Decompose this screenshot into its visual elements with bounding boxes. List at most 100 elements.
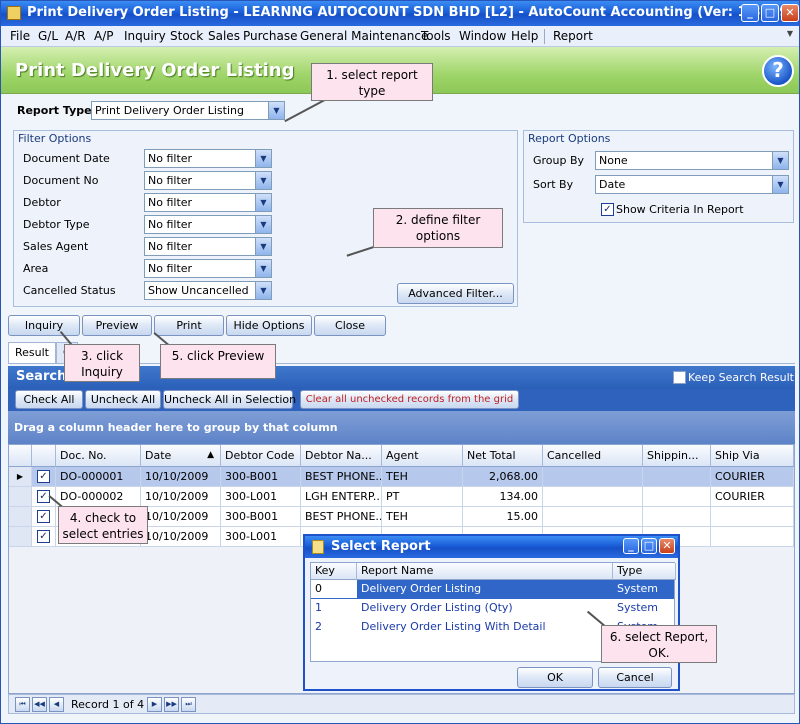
callout-select-report-type: 1. select report type: [311, 63, 433, 101]
group-by-area[interactable]: Drag a column header here to group by th…: [8, 411, 795, 444]
dialog-title-bar[interactable]: Select Report _ □ ✕: [305, 536, 678, 558]
clear-unchecked-button[interactable]: Clear all unchecked records from the gri…: [300, 390, 519, 409]
menu-inquiry[interactable]: Inquiry: [124, 29, 166, 43]
cell-ship-via: [711, 527, 794, 547]
column-header[interactable]: Cancelled: [543, 445, 643, 467]
row-check-cell: ✓: [32, 507, 56, 527]
chevron-down-icon[interactable]: ▼: [255, 194, 271, 211]
cell-date: 10/10/2009: [141, 507, 221, 527]
cell-ship-via: COURIER: [711, 467, 794, 487]
inquiry-button[interactable]: Inquiry: [8, 315, 80, 336]
filter-debtor[interactable]: No filter ▼: [144, 193, 272, 212]
column-header[interactable]: Agent: [382, 445, 463, 467]
cell-agent: TEH: [382, 467, 463, 487]
sort-by-select[interactable]: Date ▼: [595, 175, 789, 194]
uncheck-all-selection-button[interactable]: Uncheck All in Selection: [163, 390, 296, 409]
menu-ap[interactable]: A/P: [94, 29, 114, 43]
cell-cancelled: [543, 467, 643, 487]
column-header[interactable]: Doc. No.: [56, 445, 141, 467]
minimize-button[interactable]: _: [741, 4, 759, 22]
filter-document-date[interactable]: No filter ▼: [144, 149, 272, 168]
menu-help[interactable]: Help: [511, 29, 538, 43]
callout-click-inquiry: 3. click Inquiry: [64, 344, 140, 382]
grid-check-header[interactable]: [32, 445, 56, 467]
report-type-select[interactable]: Print Delivery Order Listing ▼: [91, 101, 285, 120]
chevron-down-icon[interactable]: ▼: [255, 150, 271, 167]
filter-document-no[interactable]: No filter ▼: [144, 171, 272, 190]
help-icon[interactable]: ?: [762, 55, 794, 87]
filter-sales-agent[interactable]: No filter ▼: [144, 237, 272, 256]
column-header[interactable]: Debtor Code: [221, 445, 301, 467]
chevron-down-icon[interactable]: ▼: [255, 238, 271, 255]
chevron-down-icon[interactable]: ▼: [772, 152, 788, 169]
row-checkbox[interactable]: ✓: [37, 510, 50, 523]
menu-window[interactable]: Window: [459, 29, 506, 43]
menu-purchase[interactable]: Purchase: [243, 29, 298, 43]
next-page-icon[interactable]: ▶▶: [164, 697, 179, 712]
row-checkbox[interactable]: ✓: [37, 470, 50, 483]
filter-debtor-type[interactable]: No filter ▼: [144, 215, 272, 234]
filter-label: Sales Agent: [23, 240, 89, 253]
hide-options-button[interactable]: Hide Options: [226, 315, 312, 336]
check-all-button[interactable]: Check All: [15, 390, 83, 409]
tab-result[interactable]: Result: [8, 342, 56, 363]
last-record-icon[interactable]: ⏭: [181, 697, 196, 712]
dialog-minimize-button[interactable]: _: [623, 538, 639, 554]
column-header[interactable]: Ship Via: [711, 445, 794, 467]
menu-file[interactable]: File: [10, 29, 30, 43]
cell-debtor-code: 300-L001: [221, 527, 301, 547]
column-header[interactable]: Type: [613, 563, 676, 580]
ok-button[interactable]: OK: [517, 667, 593, 688]
chevron-down-icon[interactable]: ▼: [772, 176, 788, 193]
maximize-button[interactable]: □: [761, 4, 779, 22]
first-record-icon[interactable]: ⏮: [15, 697, 30, 712]
grid-indicator-header: [9, 445, 32, 467]
chevron-down-icon[interactable]: ▼: [268, 102, 284, 119]
cell-date: 10/10/2009: [141, 527, 221, 547]
column-header[interactable]: Key: [311, 563, 357, 580]
next-record-icon[interactable]: ▶: [147, 697, 162, 712]
column-header[interactable]: Net Total: [463, 445, 543, 467]
group-by-select[interactable]: None ▼: [595, 151, 789, 170]
filter-cancelled-status[interactable]: Show Uncancelled ▼: [144, 281, 272, 300]
close-window-button[interactable]: ✕: [781, 4, 799, 22]
uncheck-all-button[interactable]: Uncheck All: [85, 390, 161, 409]
close-button[interactable]: Close: [314, 315, 386, 336]
prev-record-icon[interactable]: ◀: [49, 697, 64, 712]
cell-debtor-code: 300-L001: [221, 487, 301, 507]
prev-page-icon[interactable]: ◀◀: [32, 697, 47, 712]
menu-stock[interactable]: Stock: [170, 29, 203, 43]
row-checkbox[interactable]: ✓: [37, 530, 50, 543]
dialog-close-button[interactable]: ✕: [659, 538, 675, 554]
column-header[interactable]: Shippin...: [643, 445, 711, 467]
list-item[interactable]: 1 Delivery Order Listing (Qty) System: [311, 599, 674, 618]
keep-search-label: Keep Search Result: [688, 371, 794, 384]
list-item[interactable]: 0 Delivery Order Listing System: [311, 580, 674, 599]
menu-general-maintenance[interactable]: General Maintenance: [300, 29, 428, 43]
print-button[interactable]: Print: [154, 315, 224, 336]
menu-report[interactable]: Report: [553, 29, 593, 43]
cancel-button[interactable]: Cancel: [598, 667, 672, 688]
menu-sales[interactable]: Sales: [208, 29, 240, 43]
advanced-filter-button[interactable]: Advanced Filter...: [397, 283, 514, 304]
cell-net-total: 134.00: [463, 487, 543, 507]
menu-ar[interactable]: A/R: [65, 29, 86, 43]
chevron-down-icon[interactable]: ▼: [255, 216, 271, 233]
cell-agent: TEH: [382, 507, 463, 527]
chevron-down-icon[interactable]: ▼: [255, 172, 271, 189]
keep-search-checkbox[interactable]: [673, 371, 686, 384]
column-header[interactable]: Report Name: [357, 563, 613, 580]
chevron-down-icon[interactable]: ▼: [255, 282, 271, 299]
chevron-down-icon[interactable]: ▼: [255, 260, 271, 277]
column-header[interactable]: Debtor Na...: [301, 445, 382, 467]
show-criteria-checkbox[interactable]: ✓: [601, 203, 614, 216]
preview-button[interactable]: Preview: [82, 315, 152, 336]
main-window: Print Delivery Order Listing - LEARNNG A…: [0, 0, 800, 724]
menu-tools[interactable]: Tools: [421, 29, 451, 43]
menu-overflow-icon[interactable]: ▼: [787, 29, 793, 38]
menu-gl[interactable]: G/L: [38, 29, 58, 43]
column-header-date[interactable]: Date ▲: [141, 445, 221, 467]
filter-area[interactable]: No filter ▼: [144, 259, 272, 278]
title-bar[interactable]: Print Delivery Order Listing - LEARNNG A…: [1, 1, 799, 26]
dialog-maximize-button[interactable]: □: [641, 538, 657, 554]
